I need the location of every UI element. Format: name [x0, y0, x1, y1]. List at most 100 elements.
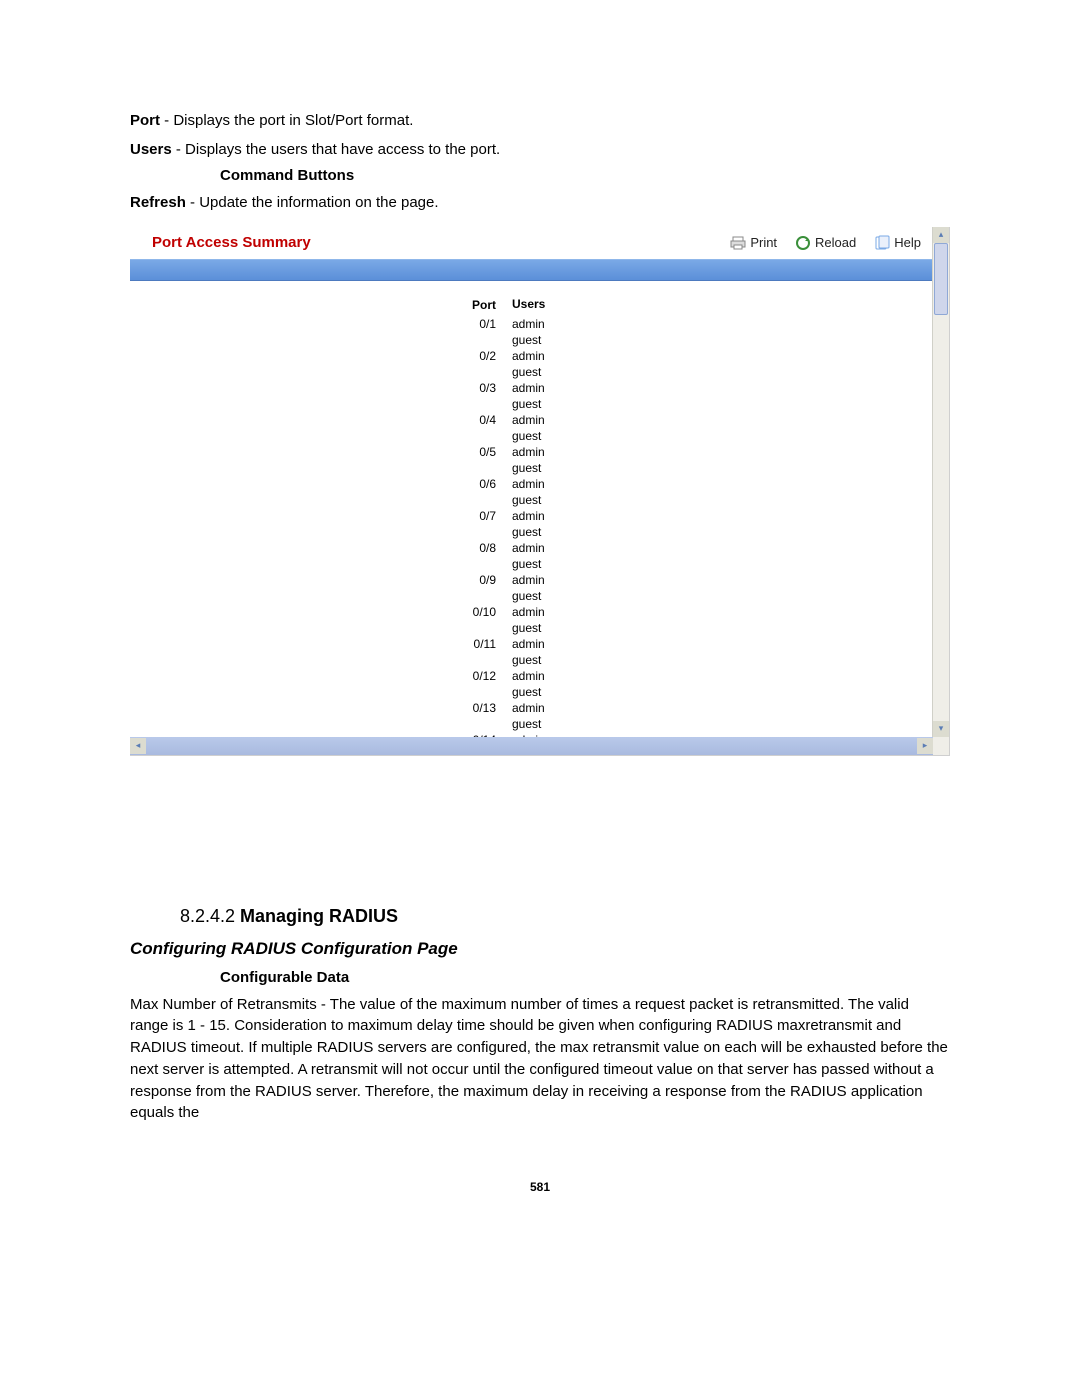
- cell-port: 0/5: [440, 444, 512, 476]
- vertical-scroll-track[interactable]: [933, 243, 949, 721]
- cell-port: 0/6: [440, 476, 512, 508]
- table-row: 0/12adminguest: [440, 668, 949, 700]
- port-term: Port: [130, 112, 160, 129]
- command-buttons-heading: Command Buttons: [220, 167, 950, 184]
- user-line: guest: [512, 684, 592, 700]
- user-line: guest: [512, 460, 592, 476]
- user-line: admin: [512, 380, 592, 396]
- cell-users: adminguest: [512, 476, 592, 508]
- user-line: guest: [512, 716, 592, 732]
- cell-port: 0/1: [440, 316, 512, 348]
- vertical-scrollbar[interactable]: ▴ ▾: [932, 227, 949, 737]
- user-line: admin: [512, 700, 592, 716]
- user-line: guest: [512, 588, 592, 604]
- scroll-down-arrow-icon[interactable]: ▾: [933, 721, 949, 737]
- users-term: Users: [130, 141, 172, 158]
- port-users-table: Port Users 0/1adminguest0/2adminguest0/3…: [440, 297, 949, 756]
- cell-users: adminguest: [512, 636, 592, 668]
- cell-users: adminguest: [512, 668, 592, 700]
- cell-port: 0/10: [440, 604, 512, 636]
- reload-label: Reload: [815, 235, 856, 250]
- cell-port: 0/11: [440, 636, 512, 668]
- help-label: Help: [894, 235, 921, 250]
- scroll-up-arrow-icon[interactable]: ▴: [933, 227, 949, 243]
- cell-port: 0/13: [440, 700, 512, 732]
- user-line: guest: [512, 396, 592, 412]
- table-row: 0/10adminguest: [440, 604, 949, 636]
- cell-users: adminguest: [512, 508, 592, 540]
- table-row: 0/7adminguest: [440, 508, 949, 540]
- table-row: 0/2adminguest: [440, 348, 949, 380]
- section-heading: 8.2.4.2 Managing RADIUS: [180, 906, 950, 927]
- cell-users: adminguest: [512, 700, 592, 732]
- user-line: guest: [512, 556, 592, 572]
- port-desc: - Displays the port in Slot/Port format.: [160, 112, 413, 129]
- cell-port: 0/8: [440, 540, 512, 572]
- user-line: admin: [512, 508, 592, 524]
- user-line: admin: [512, 604, 592, 620]
- user-line: admin: [512, 636, 592, 652]
- scroll-right-arrow-icon[interactable]: ▸: [917, 738, 933, 754]
- cell-port: 0/9: [440, 572, 512, 604]
- configurable-data-heading: Configurable Data: [220, 969, 950, 986]
- cell-users: adminguest: [512, 444, 592, 476]
- port-definition: Port - Displays the port in Slot/Port fo…: [130, 110, 950, 133]
- table-header-row: Port Users: [440, 297, 949, 312]
- cell-users: adminguest: [512, 348, 592, 380]
- col-header-users: Users: [512, 297, 592, 312]
- table-row: 0/3adminguest: [440, 380, 949, 412]
- users-definition: Users - Displays the users that have acc…: [130, 139, 950, 162]
- cell-users: adminguest: [512, 572, 592, 604]
- user-line: admin: [512, 412, 592, 428]
- user-line: guest: [512, 364, 592, 380]
- users-desc: - Displays the users that have access to…: [172, 141, 501, 158]
- section-number: 8.2.4.2: [180, 906, 240, 926]
- user-line: guest: [512, 428, 592, 444]
- port-access-summary-panel: Port Access Summary Print Reload: [130, 227, 950, 756]
- table-row: 0/13adminguest: [440, 700, 949, 732]
- scroll-left-arrow-icon[interactable]: ◂: [130, 738, 146, 754]
- panel-blue-bar: [130, 259, 933, 281]
- user-line: guest: [512, 652, 592, 668]
- help-button[interactable]: Help: [874, 235, 921, 251]
- cell-port: 0/7: [440, 508, 512, 540]
- help-icon: [874, 235, 890, 251]
- refresh-definition: Refresh - Update the information on the …: [130, 192, 950, 215]
- horizontal-scrollbar[interactable]: ◂ ▸: [130, 737, 933, 755]
- max-retransmits-term: Max Number of Retransmits: [130, 996, 317, 1013]
- print-icon: [730, 235, 746, 251]
- scrollbar-corner: [933, 737, 949, 755]
- user-line: guest: [512, 492, 592, 508]
- user-line: admin: [512, 316, 592, 332]
- table-row: 0/9adminguest: [440, 572, 949, 604]
- user-line: guest: [512, 620, 592, 636]
- cell-users: adminguest: [512, 604, 592, 636]
- table-row: 0/1adminguest: [440, 316, 949, 348]
- cell-users: adminguest: [512, 380, 592, 412]
- page-number: 581: [130, 1180, 950, 1194]
- print-button[interactable]: Print: [730, 235, 777, 251]
- max-retransmits-desc: - The value of the maximum number of tim…: [130, 996, 948, 1122]
- user-line: admin: [512, 572, 592, 588]
- table-row: 0/6adminguest: [440, 476, 949, 508]
- reload-icon: [795, 235, 811, 251]
- italic-subheading: Configuring RADIUS Configuration Page: [130, 939, 950, 959]
- reload-button[interactable]: Reload: [795, 235, 856, 251]
- refresh-desc: - Update the information on the page.: [186, 194, 439, 211]
- section-title: Managing RADIUS: [240, 906, 398, 926]
- cell-users: adminguest: [512, 540, 592, 572]
- cell-users: adminguest: [512, 412, 592, 444]
- user-line: guest: [512, 332, 592, 348]
- user-line: admin: [512, 348, 592, 364]
- user-line: admin: [512, 476, 592, 492]
- refresh-term: Refresh: [130, 194, 186, 211]
- user-line: admin: [512, 444, 592, 460]
- panel-title: Port Access Summary: [152, 234, 712, 251]
- table-row: 0/11adminguest: [440, 636, 949, 668]
- cell-port: 0/3: [440, 380, 512, 412]
- col-header-port: Port: [440, 297, 512, 312]
- user-line: admin: [512, 668, 592, 684]
- cell-port: 0/4: [440, 412, 512, 444]
- vertical-scroll-thumb[interactable]: [934, 243, 948, 315]
- max-retransmits-para: Max Number of Retransmits - The value of…: [130, 994, 950, 1125]
